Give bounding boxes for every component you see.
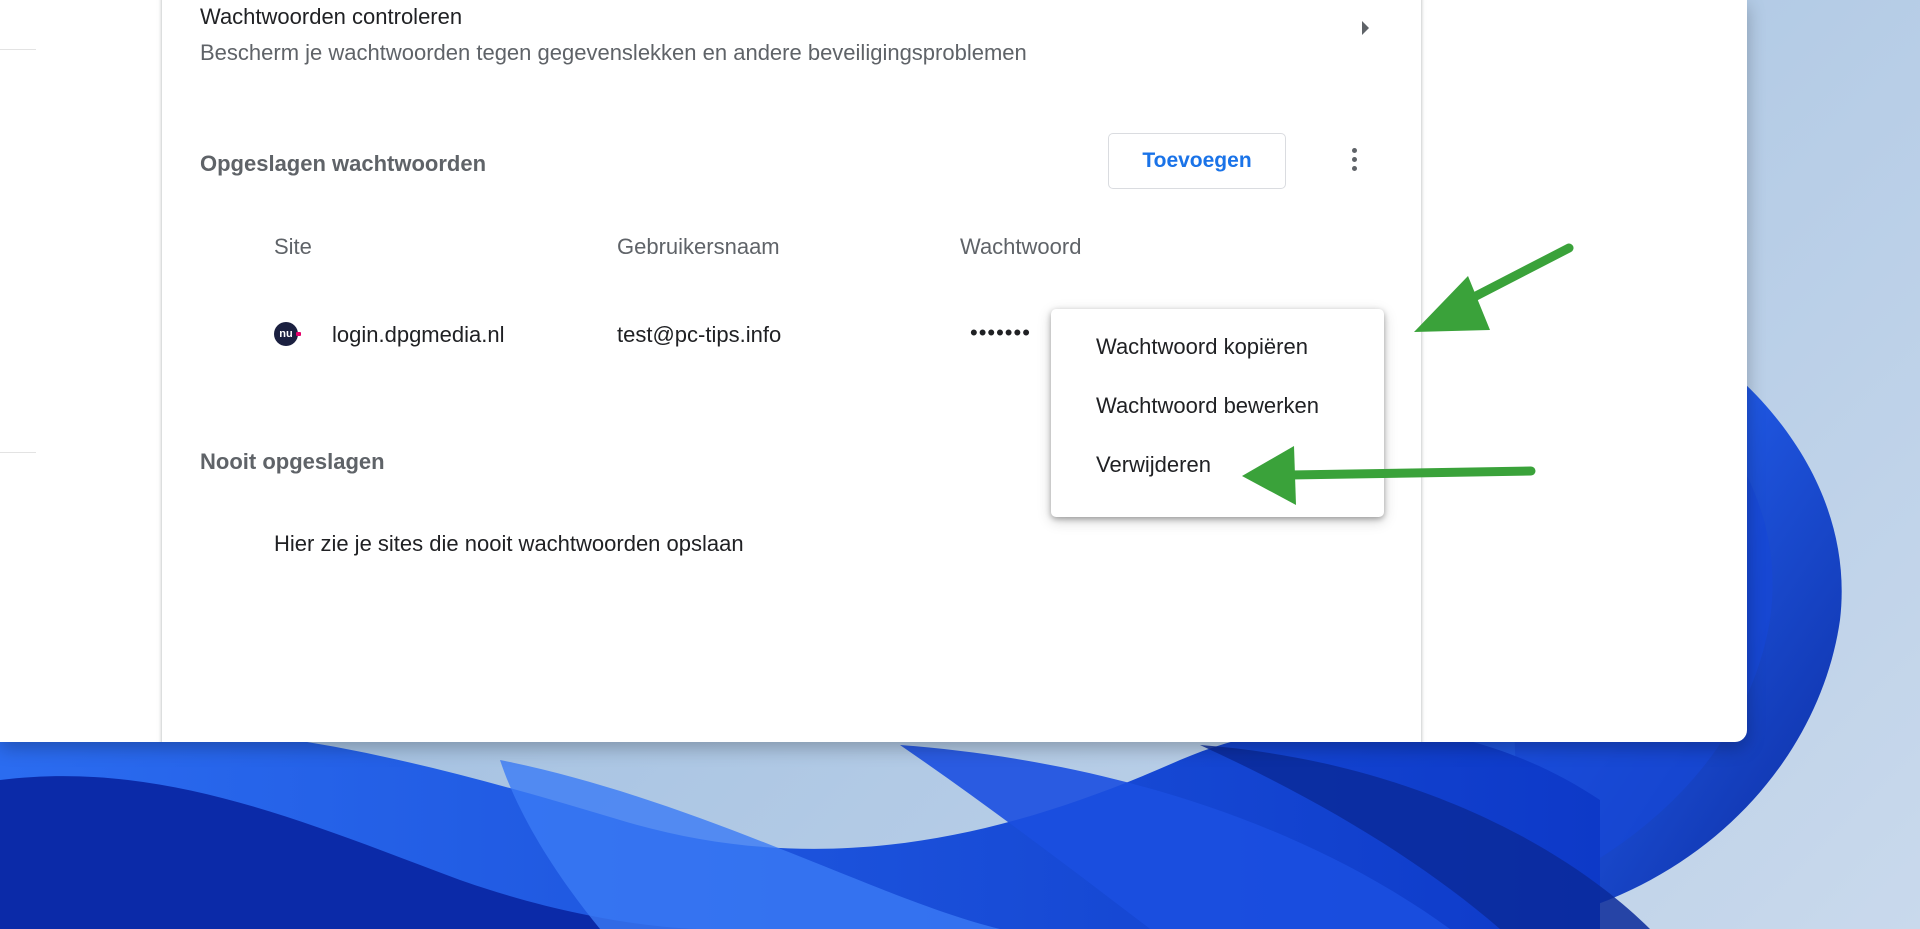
column-header-password: Wachtwoord — [960, 234, 1082, 259]
more-dot — [1351, 156, 1357, 162]
never-saved-heading: Nooit opgeslagen — [200, 449, 385, 474]
masked-password: ••••••• — [970, 320, 1031, 345]
more-dot — [1351, 165, 1357, 171]
never-saved-empty-text: Hier zie je sites die nooit wachtwoorden… — [274, 531, 744, 556]
sidebar-divider — [0, 49, 36, 50]
column-header-site: Site — [274, 234, 312, 259]
site-favicon-icon: nu — [274, 322, 301, 346]
password-context-menu: Wachtwoord kopiëren Wachtwoord bewerken … — [1051, 309, 1384, 517]
browser-window: Wachtwoorden controleren Bescherm je wac… — [0, 0, 1747, 742]
more-dot — [1351, 147, 1357, 153]
check-passwords-row[interactable]: Wachtwoorden controleren Bescherm je wac… — [162, 0, 1421, 82]
username-value: test@pc-tips.info — [617, 322, 782, 347]
more-actions-icon[interactable] — [1339, 139, 1369, 179]
menu-item-remove[interactable]: Verwijderen — [1051, 435, 1384, 494]
sidebar-divider — [0, 452, 36, 453]
menu-item-copy-password[interactable]: Wachtwoord kopiëren — [1051, 317, 1384, 376]
check-passwords-title: Wachtwoorden controleren — [200, 4, 463, 29]
saved-passwords-heading: Opgeslagen wachtwoorden — [200, 151, 487, 176]
check-passwords-subtitle: Bescherm je wachtwoorden tegen gegevensl… — [200, 40, 1027, 65]
chevron-right-icon — [1362, 21, 1369, 35]
menu-item-edit-password[interactable]: Wachtwoord bewerken — [1051, 376, 1384, 435]
add-password-button[interactable]: Toevoegen — [1108, 133, 1286, 189]
site-url[interactable]: login.dpgmedia.nl — [332, 322, 504, 348]
column-header-username: Gebruikersnaam — [617, 234, 780, 259]
